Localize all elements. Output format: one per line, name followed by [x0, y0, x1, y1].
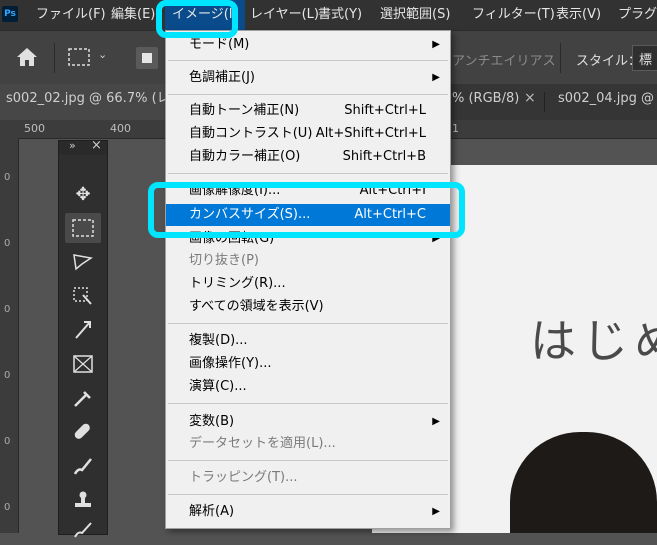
- menu-separator: [168, 94, 448, 95]
- crop-tool-icon[interactable]: [65, 315, 101, 345]
- marquee-tool-icon[interactable]: [65, 213, 101, 243]
- menu-item-label: 自動カラー補正(O): [189, 149, 301, 164]
- menu-item-trap[interactable]: トラッピング(T)...: [166, 467, 450, 489]
- eyedropper-tool-icon[interactable]: [65, 383, 101, 413]
- menu-item-auto-tone[interactable]: 自動トーン補正(N) Shift+Ctrl+L: [166, 100, 450, 122]
- menu-item-label: トリミング(R)...: [189, 276, 286, 291]
- document-heading-text: はじめ: [530, 314, 657, 368]
- lasso-tool-icon[interactable]: [65, 247, 101, 277]
- menu-item-apply-image[interactable]: 画像操作(Y)...: [166, 353, 450, 375]
- healing-brush-tool-icon[interactable]: [65, 417, 101, 447]
- home-icon[interactable]: [16, 47, 38, 67]
- menu-separator: [168, 60, 448, 61]
- panel-header[interactable]: » ×: [59, 138, 107, 155]
- menu-item-adjustments[interactable]: 色調補正(J) ▶: [166, 67, 450, 89]
- menu-edit[interactable]: 編集(E): [111, 0, 155, 30]
- menu-bar: Ps ファイル(F) 編集(E) イメージ(I) レイヤー(L) 書式(Y) 選…: [0, 0, 657, 30]
- tab-s002-04[interactable]: s002_04.jpg @: [558, 84, 654, 120]
- menu-separator: [168, 403, 448, 404]
- menu-item-shortcut: Shift+Ctrl+L: [344, 103, 426, 118]
- menu-item-label: 自動コントラスト(U): [189, 126, 313, 141]
- collapse-icon[interactable]: »: [69, 139, 76, 152]
- menu-separator: [168, 460, 448, 461]
- menu-select[interactable]: 選択範囲(S): [380, 0, 450, 30]
- menu-item-trim[interactable]: トリミング(R)...: [166, 273, 450, 295]
- menu-item-label: 色調補正(J): [189, 70, 255, 85]
- menu-item-label: 複製(D)...: [189, 333, 248, 348]
- menu-separator: [168, 173, 448, 174]
- style-select[interactable]: 標: [632, 45, 657, 71]
- ruler-label: 0: [4, 502, 11, 513]
- menu-item-analysis[interactable]: 解析(A) ▶: [166, 501, 450, 523]
- tab-rgb[interactable]: % (RGB/8): [452, 84, 519, 120]
- new-selection-icon[interactable]: [136, 47, 158, 69]
- menu-item-shortcut: Shift+Ctrl+B: [342, 149, 426, 164]
- menu-item-apply-data-set[interactable]: データセットを適用(L)...: [166, 433, 450, 455]
- menu-item-variables[interactable]: 変数(B) ▶: [166, 411, 450, 433]
- menu-item-auto-contrast[interactable]: 自動コントラスト(U) Alt+Shift+Ctrl+L: [166, 123, 450, 145]
- history-brush-tool-icon[interactable]: [65, 515, 101, 545]
- menu-item-crop[interactable]: 切り抜き(P): [166, 250, 450, 272]
- ruler-label: 1: [452, 122, 459, 135]
- ruler-label: 0: [4, 238, 11, 249]
- menu-item-label: 切り抜き(P): [189, 253, 259, 268]
- brush-tool-icon[interactable]: [65, 451, 101, 481]
- tab-divider: [544, 92, 545, 112]
- menu-item-duplicate[interactable]: 複製(D)...: [166, 330, 450, 352]
- clone-stamp-tool-icon[interactable]: [65, 485, 101, 515]
- menu-item-auto-color[interactable]: 自動カラー補正(O) Shift+Ctrl+B: [166, 146, 450, 168]
- close-icon[interactable]: ×: [91, 138, 102, 153]
- submenu-arrow-icon: ▶: [432, 506, 440, 517]
- highlight-image-menu: [156, 0, 238, 38]
- menu-type[interactable]: 書式(Y): [318, 0, 362, 30]
- ruler-label: 0: [4, 436, 11, 447]
- frame-tool-icon[interactable]: [65, 349, 101, 379]
- quick-select-tool-icon[interactable]: [65, 281, 101, 311]
- menu-item-label: 解析(A): [189, 504, 235, 519]
- image-menu-dropdown: モード(M) ▶ 色調補正(J) ▶ 自動トーン補正(N) Shift+Ctrl…: [165, 30, 451, 529]
- menu-item-label: データセットを適用(L)...: [189, 436, 336, 451]
- tools-panel: » × ✥: [58, 138, 108, 538]
- ruler-label: 0: [4, 172, 11, 183]
- options-divider: [560, 43, 561, 73]
- submenu-arrow-icon: ▶: [432, 416, 440, 427]
- menu-layer[interactable]: レイヤー(L): [250, 0, 319, 30]
- menu-plugins[interactable]: プラグイ: [618, 0, 657, 30]
- ruler-label: 0: [4, 304, 11, 315]
- menu-filter[interactable]: フィルター(T): [472, 0, 555, 30]
- menu-separator: [168, 494, 448, 495]
- ruler-label: 0: [4, 370, 11, 381]
- submenu-arrow-icon: ▶: [432, 39, 440, 50]
- menu-view[interactable]: 表示(V): [556, 0, 601, 30]
- menu-separator: [168, 323, 448, 324]
- menu-item-label: 自動トーン補正(N): [189, 103, 300, 118]
- menu-item-label: 変数(B): [189, 414, 235, 429]
- menu-item-label: 演算(C)...: [189, 379, 247, 394]
- ruler-label: 500: [24, 122, 45, 135]
- options-divider: [54, 43, 55, 73]
- ruler-label: 400: [110, 122, 131, 135]
- menu-file[interactable]: ファイル(F): [36, 0, 106, 30]
- highlight-canvas-size: [148, 182, 465, 238]
- menu-item-reveal-all[interactable]: すべての領域を表示(V): [166, 296, 450, 318]
- tab-s002-02[interactable]: s002_02.jpg @ 66.7% (レ: [0, 84, 176, 120]
- menu-item-calculations[interactable]: 演算(C)...: [166, 376, 450, 398]
- move-tool-icon[interactable]: ✥: [65, 179, 101, 209]
- antialias-label: アンチエイリアス: [452, 54, 556, 69]
- style-select-value: 標: [639, 53, 653, 68]
- close-icon[interactable]: ×: [524, 90, 536, 106]
- menu-item-label: トラッピング(T)...: [189, 470, 298, 485]
- menu-item-label: すべての領域を表示(V): [189, 299, 324, 314]
- rect-marquee-icon[interactable]: [68, 47, 90, 67]
- submenu-arrow-icon: ▶: [432, 72, 440, 83]
- menu-item-shortcut: Alt+Shift+Ctrl+L: [315, 126, 426, 141]
- photoshop-logo: Ps: [2, 6, 18, 22]
- menu-item-label: 画像操作(Y)...: [189, 356, 272, 371]
- ruler-vertical: 0 0 0 0 0 0: [0, 138, 19, 533]
- chevron-down-icon[interactable]: ⌄: [98, 48, 107, 61]
